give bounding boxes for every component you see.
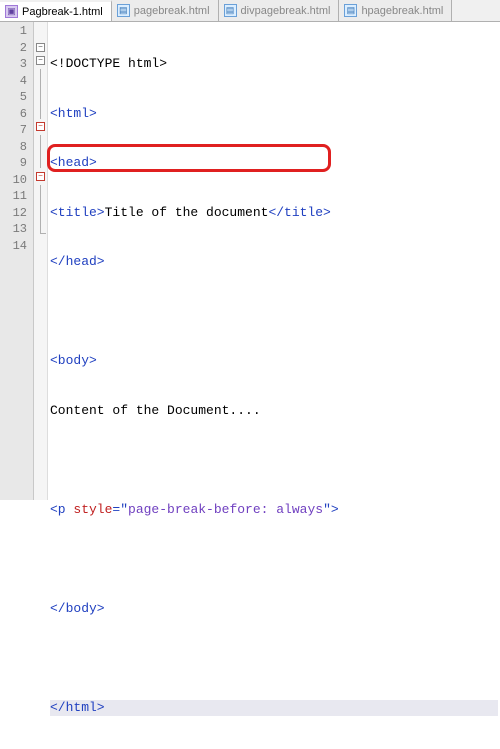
tab-pagbreak1[interactable]: ▣ Pagbreak-1.html bbox=[0, 0, 112, 21]
line-number: 3 bbox=[0, 56, 27, 73]
line-number-gutter: 1 2 3 4 5 6 7 8 9 10 11 12 13 14 bbox=[0, 22, 34, 500]
code-text: </body> bbox=[50, 601, 105, 616]
line-number: 5 bbox=[0, 89, 27, 106]
code-text: Content of the Document.... bbox=[50, 403, 261, 418]
line-number: 9 bbox=[0, 155, 27, 172]
file-icon: ▤ bbox=[224, 4, 237, 17]
line-number: 1 bbox=[0, 23, 27, 40]
code-text: <p bbox=[50, 502, 73, 517]
code-text: <body> bbox=[50, 353, 97, 368]
tab-hpagebreak[interactable]: ▤ hpagebreak.html bbox=[339, 0, 452, 21]
line-number: 10 bbox=[0, 172, 27, 189]
code-text: </html> bbox=[50, 700, 105, 715]
code-text: <head> bbox=[50, 155, 97, 170]
line-number: 12 bbox=[0, 205, 27, 222]
line-number: 14 bbox=[0, 238, 27, 255]
line-number: 2 bbox=[0, 40, 27, 57]
code-text: =" bbox=[112, 502, 128, 517]
file-icon: ▤ bbox=[344, 4, 357, 17]
tab-label: pagebreak.html bbox=[134, 5, 210, 17]
line-number: 6 bbox=[0, 106, 27, 123]
fold-toggle-icon[interactable]: − bbox=[36, 122, 45, 131]
fold-column: − − − − bbox=[34, 22, 48, 500]
fold-toggle-icon[interactable]: − bbox=[36, 172, 45, 181]
code-text: <title> bbox=[50, 205, 105, 220]
code-text: </title> bbox=[268, 205, 330, 220]
save-icon: ▣ bbox=[5, 5, 18, 18]
tab-label: hpagebreak.html bbox=[361, 5, 443, 17]
fold-toggle-icon[interactable]: − bbox=[36, 56, 45, 65]
line-number: 8 bbox=[0, 139, 27, 156]
tab-divpagebreak[interactable]: ▤ divpagebreak.html bbox=[219, 0, 340, 21]
file-icon: ▤ bbox=[117, 4, 130, 17]
line-number: 11 bbox=[0, 188, 27, 205]
code-text: Title of the document bbox=[105, 205, 269, 220]
line-number: 7 bbox=[0, 122, 27, 139]
code-text: style bbox=[73, 502, 112, 517]
code-text: page-break-before: always bbox=[128, 502, 323, 517]
fold-toggle-icon[interactable]: − bbox=[36, 43, 45, 52]
code-text: <!DOCTYPE html> bbox=[50, 56, 167, 71]
code-text: "> bbox=[323, 502, 339, 517]
tab-pagebreak[interactable]: ▤ pagebreak.html bbox=[112, 0, 219, 21]
code-text: </head> bbox=[50, 254, 105, 269]
code-text-area[interactable]: <!DOCTYPE html> <html> <head> <title>Tit… bbox=[48, 22, 500, 500]
tab-label: Pagbreak-1.html bbox=[22, 6, 103, 18]
tab-bar: ▣ Pagbreak-1.html ▤ pagebreak.html ▤ div… bbox=[0, 0, 500, 22]
line-number: 13 bbox=[0, 221, 27, 238]
line-number: 4 bbox=[0, 73, 27, 90]
editor-area: 1 2 3 4 5 6 7 8 9 10 11 12 13 14 − − − −… bbox=[0, 22, 500, 500]
code-text: <html> bbox=[50, 106, 97, 121]
tab-label: divpagebreak.html bbox=[241, 5, 331, 17]
